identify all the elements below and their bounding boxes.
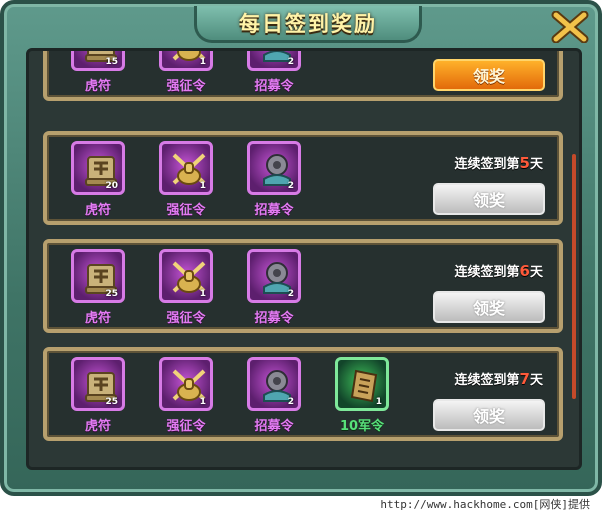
consecutive-day-label: 连续签到第6天 (455, 261, 543, 280)
reward-item[interactable]: 2 招募令 (245, 51, 305, 95)
item-slot: 2 (247, 141, 301, 195)
item-slot: 1 (159, 249, 213, 303)
title-banner: 每日签到奖励 (194, 6, 422, 43)
reward-window: 每日签到奖励 15 虎符 1 强征令 2 招募令 领奖 20 虎符 1 强征令 2 招募令 连续签到第5天… (0, 0, 602, 496)
item-name: 招募令 (254, 203, 294, 218)
item-slot: 1 (159, 357, 213, 411)
claim-button[interactable]: 领奖 (433, 183, 545, 215)
day-suffix: 天 (529, 373, 543, 388)
claim-button[interactable]: 领奖 (433, 59, 545, 91)
item-slot: 2 (247, 249, 301, 303)
consecutive-day-label: 连续签到第5天 (455, 153, 543, 172)
reward-item[interactable]: 20 虎符 (69, 141, 129, 219)
item-name: 虎符 (84, 79, 111, 94)
claim-button[interactable]: 领奖 (433, 399, 545, 431)
reward-item[interactable]: 2 招募令 (245, 141, 305, 219)
item-slot: 25 (71, 357, 125, 411)
item-name: 强征令 (166, 79, 206, 94)
item-slot: 25 (71, 249, 125, 303)
item-count: 20 (105, 181, 118, 191)
item-count: 1 (199, 57, 206, 67)
reward-row-2: 20 虎符 1 强征令 2 招募令 连续签到第5天领奖 (43, 131, 563, 225)
reward-item[interactable]: 1 强征令 (157, 357, 217, 435)
day-number: 5 (519, 154, 530, 172)
item-name: 虎符 (84, 311, 111, 326)
consecutive-day-label: 连续签到第7天 (455, 369, 543, 388)
item-count: 15 (105, 57, 118, 67)
day-number: 6 (519, 262, 530, 280)
item-name: 强征令 (166, 311, 206, 326)
item-count: 1 (199, 289, 206, 299)
item-slot: 15 (71, 51, 125, 71)
reward-item[interactable]: 2 招募令 (245, 249, 305, 327)
reward-item[interactable]: 1 强征令 (157, 51, 217, 95)
reward-item[interactable]: 1 强征令 (157, 249, 217, 327)
day-number: 7 (519, 370, 530, 388)
item-count: 1 (199, 181, 206, 191)
reward-item[interactable]: 1 10军令 (333, 357, 393, 435)
item-count: 2 (287, 181, 294, 191)
day-prefix: 连续签到第 (454, 265, 520, 280)
day-suffix: 天 (529, 157, 543, 172)
reward-row-4: 25 虎符 1 强征令 2 招募令 1 10军令 连续签到第7天领奖 (43, 347, 563, 441)
item-count: 25 (105, 397, 118, 407)
item-slot: 1 (159, 141, 213, 195)
item-name: 强征令 (166, 419, 206, 434)
reward-item[interactable]: 25 虎符 (69, 249, 129, 327)
reward-item[interactable]: 15 虎符 (69, 51, 129, 95)
day-suffix: 天 (529, 265, 543, 280)
item-count: 2 (287, 397, 294, 407)
item-name: 强征令 (166, 203, 206, 218)
item-name: 虎符 (84, 419, 111, 434)
reward-item[interactable]: 2 招募令 (245, 357, 305, 435)
scrollbar[interactable] (572, 154, 576, 399)
reward-list[interactable]: 15 虎符 1 强征令 2 招募令 领奖 20 虎符 1 强征令 2 招募令 连续签到第5天 领奖 25 虎符 1… (26, 48, 582, 470)
item-slot: 1 (335, 357, 389, 411)
item-name: 招募令 (254, 79, 294, 94)
item-name: 虎符 (84, 203, 111, 218)
reward-item[interactable]: 1 强征令 (157, 141, 217, 219)
item-slot: 20 (71, 141, 125, 195)
item-count: 2 (287, 57, 294, 67)
item-slot: 2 (247, 357, 301, 411)
day-prefix: 连续签到第 (454, 373, 520, 388)
item-count: 2 (287, 289, 294, 299)
item-name: 招募令 (254, 419, 294, 434)
window-title: 每日签到奖励 (239, 12, 377, 36)
day-prefix: 连续签到第 (454, 157, 520, 172)
item-name: 10军令 (339, 419, 385, 434)
item-slot: 2 (247, 51, 301, 71)
item-count: 25 (105, 289, 118, 299)
item-slot: 1 (159, 51, 213, 71)
claim-button[interactable]: 领奖 (433, 291, 545, 323)
item-name: 招募令 (254, 311, 294, 326)
item-count: 1 (375, 397, 382, 407)
reward-item[interactable]: 25 虎符 (69, 357, 129, 435)
item-count: 1 (199, 397, 206, 407)
reward-row-3: 25 虎符 1 强征令 2 招募令 连续签到第6天领奖 (43, 239, 563, 333)
watermark-text: http://www.hackhome.com[网侠]提供 (380, 498, 590, 511)
reward-row-1: 15 虎符 1 强征令 2 招募令 领奖 (43, 51, 563, 101)
close-icon (551, 11, 589, 43)
close-button[interactable] (549, 10, 591, 44)
